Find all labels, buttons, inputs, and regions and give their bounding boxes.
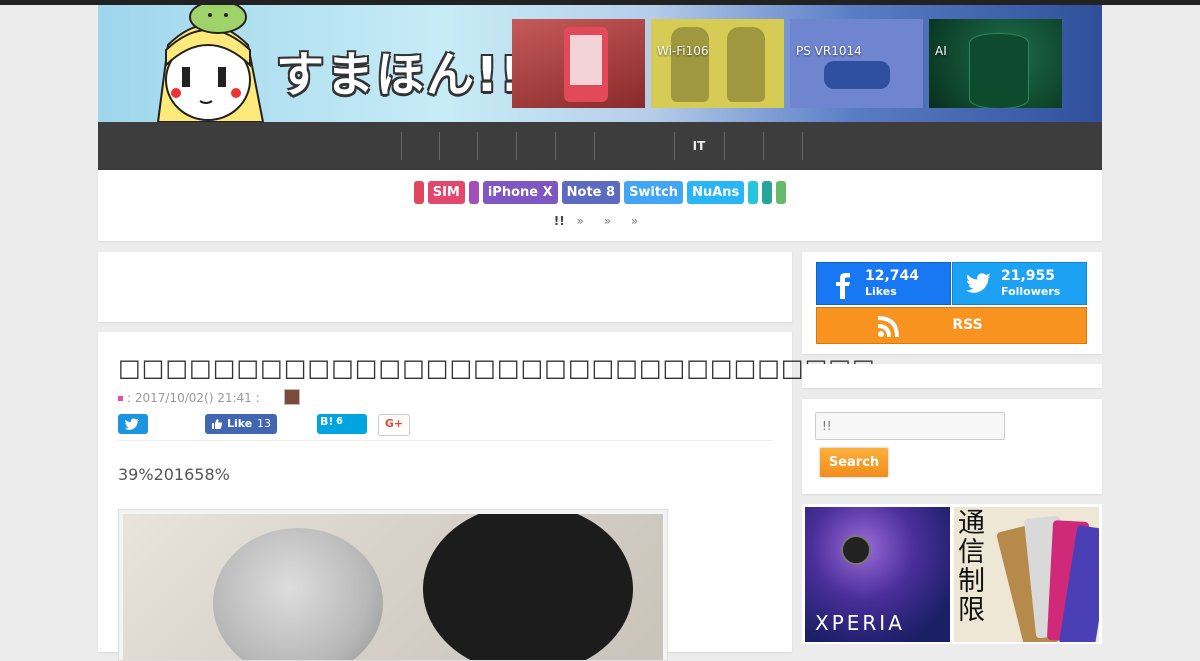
photo-person	[213, 528, 383, 660]
breadcrumb-separator: »	[603, 214, 612, 228]
site-header: すまほん!! Wi-Fi106 PS VR1014 AI	[98, 5, 1102, 122]
robot-image	[727, 27, 765, 102]
tag-list: SIM iPhone X Note 8 Switch NuAns	[98, 181, 1102, 204]
post-date: : 2017/10/02() 21:41 :	[127, 391, 260, 405]
twitter-icon	[124, 418, 139, 430]
category-marker	[118, 396, 123, 401]
article-meta: : 2017/10/02() 21:41 :	[118, 391, 260, 405]
facebook-count: 12,744	[865, 268, 920, 284]
like-label: Like	[227, 417, 253, 430]
sidebar-ad-xperia[interactable]: XPERIA	[805, 507, 950, 642]
facebook-label: Likes	[865, 285, 897, 298]
nav-item[interactable]	[477, 132, 516, 160]
nav-item[interactable]	[401, 132, 440, 160]
tag[interactable]	[468, 181, 479, 204]
nav-item[interactable]	[763, 132, 802, 160]
phone-screen	[570, 35, 602, 85]
article: □□□□□□□□□□□□□□□□□□□□□□□□□□□□□□□□ : 2017/…	[98, 332, 875, 661]
featured-caption: Wi-Fi106	[657, 44, 709, 58]
sidebar-widget	[802, 364, 1102, 388]
twitter-label: Followers	[1001, 285, 1061, 298]
featured-post-1[interactable]	[512, 19, 645, 108]
twitter-icon	[966, 273, 991, 293]
hatena-count: 6	[336, 416, 343, 427]
twitter-count: 21,955	[1001, 268, 1056, 284]
facebook-icon	[836, 273, 850, 299]
search-input[interactable]	[815, 412, 1005, 440]
featured-caption: AI	[935, 44, 947, 58]
mascot-illustration	[156, 5, 265, 122]
featured-post-3[interactable]: PS VR1014	[790, 19, 923, 108]
article-title: □□□□□□□□□□□□□□□□□□□□□□□□□□□□□□□□	[118, 354, 876, 382]
google-plus-button[interactable]: G+	[378, 414, 410, 436]
breadcrumb-separator: »	[576, 214, 584, 228]
nav-item[interactable]	[439, 132, 478, 160]
divider	[118, 440, 772, 441]
thumbs-up-icon	[212, 419, 223, 429]
tag-nuans[interactable]: NuAns	[687, 181, 745, 204]
nav-item[interactable]	[724, 132, 763, 160]
search-button[interactable]: Search	[819, 447, 889, 478]
ad-caption: 通信制限	[958, 508, 985, 626]
breadcrumb-separator: »	[630, 214, 639, 228]
ad-slot	[98, 252, 792, 322]
twitter-share-button[interactable]	[118, 414, 148, 434]
hatena-bookmark-button[interactable]: B! 6	[317, 414, 367, 434]
article-photo	[118, 509, 668, 661]
breadcrumb: !! » » »	[98, 214, 1102, 228]
rss-button[interactable]: RSS	[816, 307, 1087, 344]
breadcrumb-home[interactable]: !!	[554, 214, 565, 228]
featured-post-4[interactable]: AI	[929, 19, 1062, 108]
nav-item[interactable]	[594, 132, 633, 160]
smart-speaker-image	[969, 33, 1029, 108]
site-logo[interactable]: すまほん!!	[276, 35, 524, 105]
ad-caption: XPERIA	[815, 611, 905, 635]
photo-person	[423, 514, 633, 660]
author-avatar[interactable]	[284, 389, 300, 405]
main-nav: IT	[98, 122, 1102, 170]
facebook-like-button[interactable]: Like 13	[205, 414, 277, 434]
tag-iphone-x[interactable]: iPhone X	[482, 181, 558, 204]
like-count: 13	[257, 417, 271, 430]
facebook-follow-button[interactable]: 12,744 Likes	[816, 262, 951, 305]
tag[interactable]	[776, 181, 787, 204]
tag[interactable]	[762, 181, 773, 204]
tag-panel: SIM iPhone X Note 8 Switch NuAns !! » » …	[98, 170, 1102, 241]
tag-switch[interactable]: Switch	[624, 181, 684, 204]
robot-image	[671, 27, 709, 102]
search-widget: Search	[802, 399, 1102, 494]
sidebar-ad-data-limit[interactable]: 通信制限	[954, 507, 1099, 642]
featured-caption: PS VR1014	[796, 44, 862, 58]
photo-image	[123, 514, 663, 660]
vr-headset-image	[824, 61, 890, 89]
nav-divider	[802, 132, 803, 160]
nav-item[interactable]	[555, 132, 594, 160]
sidebar-ads: XPERIA 通信制限	[802, 504, 1102, 644]
nav-item[interactable]	[516, 132, 555, 160]
tag[interactable]	[748, 181, 759, 204]
rss-label: RSS	[952, 317, 983, 333]
twitter-follow-button[interactable]: 21,955 Followers	[952, 262, 1087, 305]
camera-lens-image	[841, 535, 871, 565]
tag-sim[interactable]: SIM	[427, 181, 465, 204]
tag[interactable]	[413, 181, 424, 204]
social-follow-box: 12,744 Likes 21,955 Followers RSS	[802, 252, 1102, 354]
article-lead: 39%201658%	[118, 465, 230, 484]
nav-item-it[interactable]: IT	[674, 132, 723, 160]
tag-note-8[interactable]: Note 8	[561, 181, 621, 204]
hatena-icon: B!	[320, 415, 334, 428]
featured-post-2[interactable]: Wi-Fi106	[651, 19, 784, 108]
